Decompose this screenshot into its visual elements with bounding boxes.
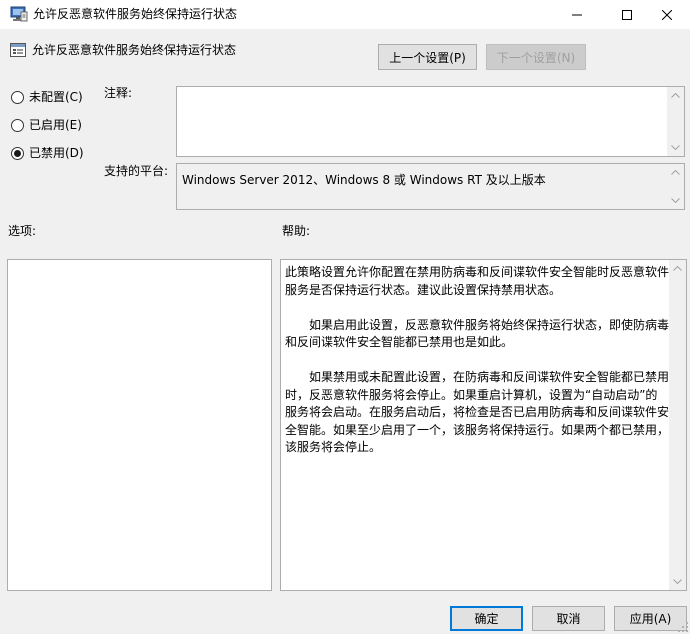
- radio-label-not-configured: 未配置(C): [29, 90, 83, 104]
- supported-platform-field: Windows Server 2012、Windows 8 或 Windows …: [176, 163, 685, 210]
- previous-setting-button[interactable]: 上一个设置(P): [378, 44, 477, 70]
- help-text: 此策略设置允许你配置在禁用防病毒和反间谍软件安全智能时反恶意软件服务是否保持运行…: [285, 264, 669, 457]
- radio-disabled[interactable]: 已禁用(D): [11, 144, 84, 162]
- cancel-button[interactable]: 取消: [532, 606, 605, 631]
- help-panel: 此策略设置允许你配置在禁用防病毒和反间谍软件安全智能时反恶意软件服务是否保持运行…: [280, 259, 687, 591]
- radio-circle[interactable]: [11, 90, 24, 104]
- help-paragraph: 如果启用此设置，反恶意软件服务将始终保持运行状态，即使防病毒和反间谍软件安全智能…: [285, 317, 670, 350]
- radio-enabled[interactable]: 已启用(E): [11, 116, 82, 134]
- policy-setting-icon: [10, 42, 26, 58]
- scroll-down-arrow-icon[interactable]: [667, 192, 684, 209]
- scroll-down-arrow-icon[interactable]: [667, 139, 684, 156]
- radio-label-disabled: 已禁用(D): [29, 146, 84, 160]
- radio-circle-selected[interactable]: [11, 146, 24, 160]
- title-bar: 允许反恶意软件服务始终保持运行状态: [0, 0, 690, 29]
- close-button[interactable]: [644, 0, 690, 29]
- group-policy-app-icon: [10, 6, 28, 22]
- resize-grip-icon[interactable]: [677, 621, 689, 633]
- radio-not-configured[interactable]: 未配置(C): [11, 88, 83, 106]
- scroll-up-arrow-icon[interactable]: [669, 260, 686, 277]
- ok-button[interactable]: 确定: [450, 606, 523, 631]
- next-setting-button[interactable]: 下一个设置(N): [486, 44, 586, 70]
- supported-platform-value: Windows Server 2012、Windows 8 或 Windows …: [182, 173, 546, 187]
- platform-scrollbar[interactable]: [667, 164, 684, 209]
- minimize-button[interactable]: [554, 0, 600, 29]
- supported-platform-label: 支持的平台:: [104, 164, 169, 178]
- help-section-label: 帮助:: [282, 224, 311, 238]
- radio-circle[interactable]: [11, 118, 24, 132]
- comment-field[interactable]: [176, 86, 685, 157]
- radio-label-enabled: 已启用(E): [29, 118, 82, 132]
- comment-scrollbar[interactable]: [667, 87, 684, 156]
- options-panel: [7, 259, 272, 591]
- policy-title: 允许反恶意软件服务始终保持运行状态: [32, 43, 237, 57]
- options-section-label: 选项:: [8, 224, 37, 238]
- scroll-up-arrow-icon[interactable]: [667, 87, 684, 104]
- close-icon: [662, 9, 672, 20]
- help-scrollbar[interactable]: [669, 260, 686, 590]
- scroll-down-arrow-icon[interactable]: [669, 573, 686, 590]
- help-paragraph: 如果禁用或未配置此设置，在防病毒和反间谍软件安全智能都已禁用时，反恶意软件服务将…: [285, 370, 670, 454]
- maximize-icon: [622, 9, 632, 20]
- help-paragraph: 此策略设置允许你配置在禁用防病毒和反间谍软件安全智能时反恶意软件服务是否保持运行…: [285, 265, 670, 297]
- comment-label: 注释:: [104, 86, 133, 100]
- minimize-icon: [572, 14, 582, 15]
- window-title: 允许反恶意软件服务始终保持运行状态: [33, 7, 238, 21]
- scroll-up-arrow-icon[interactable]: [667, 164, 684, 181]
